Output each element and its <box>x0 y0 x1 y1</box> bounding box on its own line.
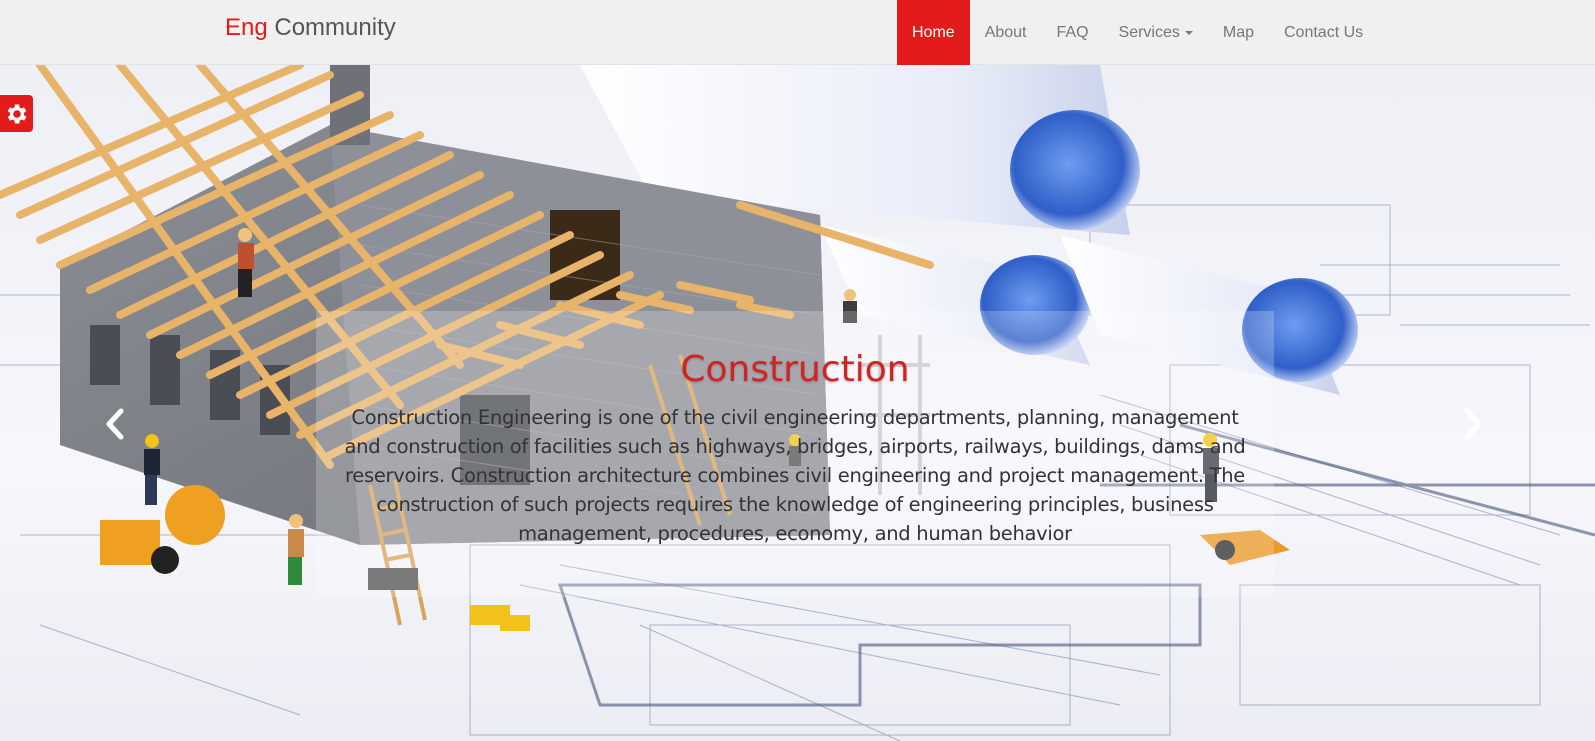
brand-accent: Eng <box>225 14 268 41</box>
carousel-caption-text: Construction Engineering is one of the c… <box>344 406 1246 545</box>
nav-item-home[interactable]: Home <box>897 0 970 65</box>
nav-item-label: Services <box>1118 23 1180 41</box>
nav-item-contact-us[interactable]: Contact Us <box>1269 0 1378 65</box>
nav-item-about[interactable]: About <box>970 0 1042 65</box>
carousel-caption: Construction Construction Engineering is… <box>316 311 1274 597</box>
settings-toggle-button[interactable] <box>0 95 33 132</box>
nav-item-faq[interactable]: FAQ <box>1042 0 1104 65</box>
caret-down-icon <box>1184 30 1193 35</box>
navbar: Eng Community Home About FAQ Services Ma… <box>0 0 1595 65</box>
nav-item-label: FAQ <box>1056 23 1089 41</box>
nav-item-label: Map <box>1222 23 1254 41</box>
hero-carousel: Construction Construction Engineering is… <box>0 65 1595 741</box>
nav-item-map[interactable]: Map <box>1208 0 1269 65</box>
nav-item-label: Contact Us <box>1284 23 1364 41</box>
carousel-prev-button[interactable] <box>96 398 136 450</box>
brand-logo-link[interactable]: Eng Community <box>225 14 396 42</box>
gear-icon <box>7 103 26 124</box>
main-nav: Home About FAQ Services Map Contact Us <box>897 0 1378 65</box>
carousel-next-button[interactable] <box>1452 398 1492 450</box>
carousel-caption-title: Construction <box>680 349 910 390</box>
chevron-right-icon <box>1464 408 1482 440</box>
chevron-left-icon <box>106 408 124 440</box>
brand-name: Community <box>274 14 396 41</box>
nav-item-label: Home <box>912 23 955 41</box>
nav-item-services[interactable]: Services <box>1104 0 1208 65</box>
nav-item-label: About <box>984 23 1027 41</box>
